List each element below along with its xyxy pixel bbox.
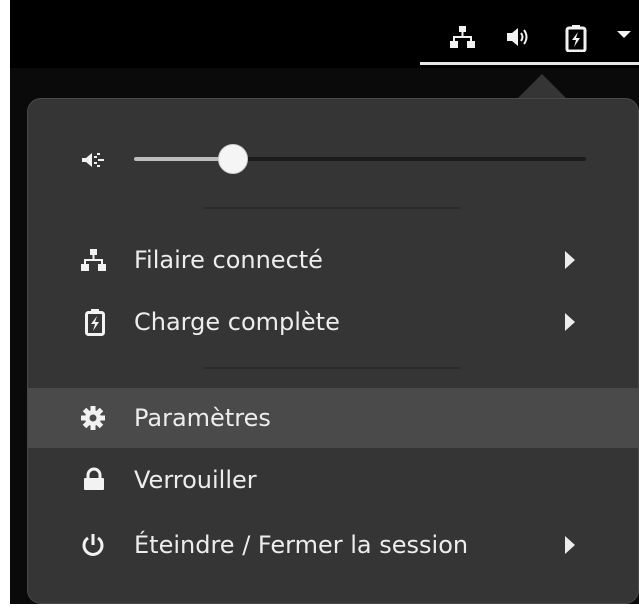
submenu-arrow-icon — [565, 536, 575, 554]
menu-item-label: Filaire connecté — [134, 246, 323, 274]
network-wired-icon[interactable] — [449, 24, 479, 56]
menu-item-power[interactable]: Éteindre / Fermer la session — [27, 515, 639, 575]
status-area-active-indicator — [420, 62, 639, 65]
menu-item-lock[interactable]: Verrouiller — [27, 450, 639, 510]
separator — [204, 367, 460, 369]
menu-item-battery[interactable]: Charge complète — [27, 292, 639, 352]
audio-volume-low-icon[interactable] — [78, 143, 112, 177]
submenu-arrow-icon — [565, 313, 575, 331]
submenu-arrow-icon — [565, 251, 575, 269]
dropdown-arrow-icon[interactable] — [614, 24, 638, 56]
menu-item-label: Paramètres — [134, 404, 271, 432]
menu-pointer — [516, 74, 568, 100]
battery-charging-icon — [82, 308, 108, 336]
menu-item-label: Charge complète — [134, 308, 340, 336]
network-wired-icon — [80, 246, 106, 274]
power-icon — [80, 531, 106, 559]
battery-charging-icon[interactable] — [564, 24, 594, 56]
separator — [204, 207, 460, 209]
gear-icon — [80, 404, 106, 432]
top-bar — [10, 0, 639, 68]
menu-item-label: Verrouiller — [134, 466, 257, 494]
menu-item-label: Éteindre / Fermer la session — [134, 531, 469, 559]
lock-icon — [81, 466, 107, 494]
menu-item-settings[interactable]: Paramètres — [27, 388, 639, 448]
menu-item-wired[interactable]: Filaire connecté — [27, 230, 639, 290]
audio-volume-icon[interactable] — [505, 24, 535, 56]
screen: Filaire connecté Charge complète Paramèt… — [0, 0, 639, 614]
